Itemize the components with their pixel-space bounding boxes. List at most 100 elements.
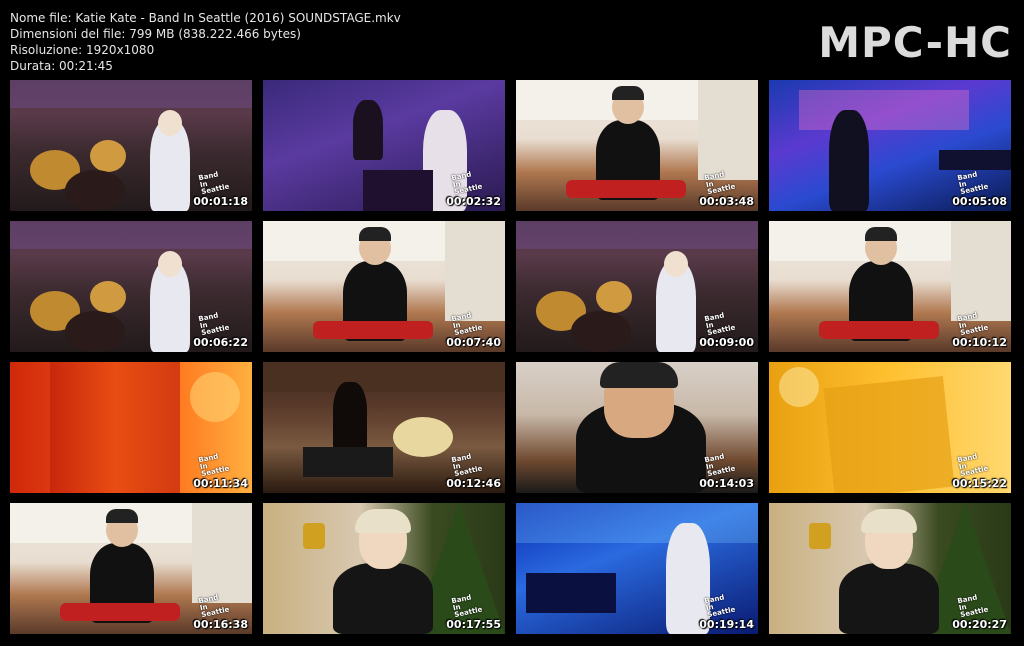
video-thumbnail: Band In Seattle 00:17:55 [263,503,505,634]
video-thumbnail: Band In Seattle 00:14:03 [516,362,758,493]
scene-detail [90,281,126,313]
scene-detail [939,150,1011,170]
scene-detail [809,523,831,549]
scene-detail [865,227,897,241]
band-in-seattle-watermark: Band In Seattle [197,170,231,197]
band-in-seattle-watermark: Band In Seattle [703,593,737,620]
video-thumbnail: Band In Seattle 00:01:18 [10,80,252,211]
scene-detail [839,563,939,634]
scene-detail [65,170,125,211]
scene-detail [526,573,616,613]
video-thumbnail: Band In Seattle 00:03:48 [516,80,758,211]
file-size-text: Dimensioni del file: 799 MB (838.222.466… [10,27,301,41]
scene-detail [779,367,819,407]
scene-detail [333,382,367,452]
scene-detail [106,509,138,523]
scene-detail [819,321,939,339]
band-in-seattle-watermark: Band In Seattle [450,170,484,197]
band-in-seattle-watermark: Band In Seattle [450,311,484,338]
scene-detail [158,110,182,136]
app-logo: MPC-HC [818,18,1012,67]
thumbnail-timestamp: 00:02:32 [446,195,501,208]
scene-detail [698,80,758,180]
thumbnail-timestamp: 00:11:34 [193,477,248,490]
video-thumbnail: Band In Seattle 00:11:34 [10,362,252,493]
video-thumbnail: Band In Seattle 00:15:22 [769,362,1011,493]
thumbnail-timestamp: 00:14:03 [699,477,754,490]
video-thumbnail: Band In Seattle 00:09:00 [516,221,758,352]
thumbnail-timestamp: 00:03:48 [699,195,754,208]
video-thumbnail: Band In Seattle 00:10:12 [769,221,1011,352]
video-thumbnail: Band In Seattle 00:06:22 [10,221,252,352]
file-info-panel: Nome file: Katie Kate - Band In Seattle … [10,10,401,74]
video-thumbnail: Band In Seattle 00:02:32 [263,80,505,211]
band-in-seattle-watermark: Band In Seattle [703,170,737,197]
band-in-seattle-watermark: Band In Seattle [450,593,484,620]
scene-detail [263,362,505,392]
band-in-seattle-watermark: Band In Seattle [956,593,990,620]
thumbnail-timestamp: 00:05:08 [952,195,1007,208]
scene-detail [516,503,758,543]
thumbnail-timestamp: 00:09:00 [699,336,754,349]
scene-detail [571,311,631,352]
thumbnail-timestamp: 00:19:14 [699,618,754,631]
scene-detail [951,221,1011,321]
scene-detail [600,362,678,388]
scene-detail [50,362,180,493]
scene-detail [612,86,644,100]
thumbnail-timestamp: 00:07:40 [446,336,501,349]
band-in-seattle-watermark: Band In Seattle [956,170,990,197]
scene-detail [190,372,240,422]
scene-detail [566,180,686,198]
scene-detail [363,170,433,211]
band-in-seattle-watermark: Band In Seattle [703,311,737,338]
scene-detail [10,221,252,249]
band-in-seattle-watermark: Band In Seattle [956,452,990,479]
scene-detail [10,80,252,108]
thumbnail-grid: Band In Seattle 00:01:18 Band In Seattle 00… [10,80,1011,634]
scene-detail [393,417,453,457]
scene-detail [596,281,632,313]
thumbnail-timestamp: 00:17:55 [446,618,501,631]
band-in-seattle-watermark: Band In Seattle [197,311,231,338]
band-in-seattle-watermark: Band In Seattle [197,452,231,479]
duration-text: Durata: 00:21:45 [10,59,113,73]
band-in-seattle-watermark: Band In Seattle [450,452,484,479]
video-thumbnail: Band In Seattle 00:20:27 [769,503,1011,634]
video-thumbnail: Band In Seattle 00:16:38 [10,503,252,634]
scene-detail [303,447,393,477]
thumbnail-timestamp: 00:20:27 [952,618,1007,631]
scene-detail [158,251,182,277]
scene-detail [313,321,433,339]
thumbnail-timestamp: 00:06:22 [193,336,248,349]
scene-detail [192,503,252,603]
scene-detail [664,251,688,277]
scene-detail [333,563,433,634]
scene-detail [799,90,969,130]
scene-detail [823,376,955,493]
resolution-text: Risoluzione: 1920x1080 [10,43,155,57]
thumbnail-timestamp: 00:10:12 [952,336,1007,349]
scene-detail [861,509,917,533]
video-thumbnail: Band In Seattle 00:07:40 [263,221,505,352]
band-in-seattle-watermark: Band In Seattle [956,311,990,338]
scene-detail [303,523,325,549]
scene-detail [90,140,126,172]
scene-detail [60,603,180,621]
file-name-text: Nome file: Katie Kate - Band In Seattle … [10,11,401,25]
scene-detail [359,227,391,241]
band-in-seattle-watermark: Band In Seattle [703,452,737,479]
video-thumbnail: Band In Seattle 00:19:14 [516,503,758,634]
thumbnail-timestamp: 00:01:18 [193,195,248,208]
scene-detail [829,110,869,211]
band-in-seattle-watermark: Band In Seattle [197,593,231,620]
thumbnail-timestamp: 00:16:38 [193,618,248,631]
scene-detail [445,221,505,321]
scene-detail [355,509,411,533]
thumbnail-timestamp: 00:12:46 [446,477,501,490]
scene-detail [353,100,383,160]
thumbnail-timestamp: 00:15:22 [952,477,1007,490]
scene-detail [65,311,125,352]
video-thumbnail: Band In Seattle 00:12:46 [263,362,505,493]
scene-detail [516,221,758,249]
